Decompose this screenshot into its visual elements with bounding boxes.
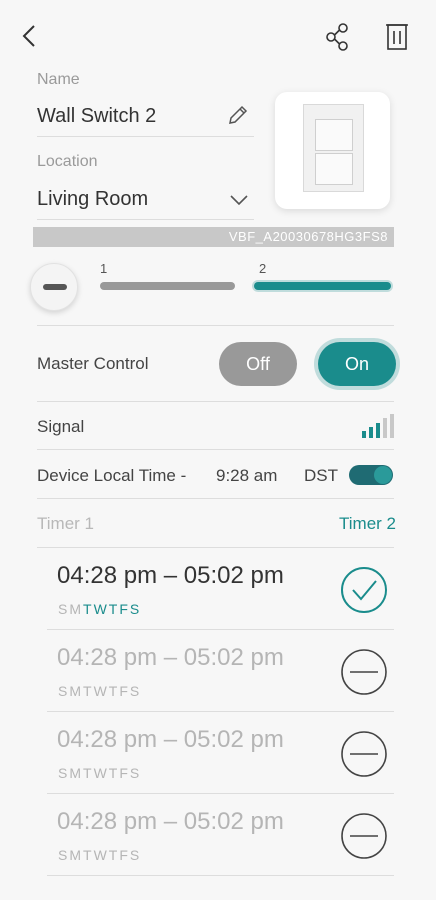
timer-row[interactable]: 04:28 pm – 05:02 pm SMTWTFS (47, 794, 394, 876)
location-label: Location (37, 153, 98, 170)
day-sat: S (129, 847, 142, 863)
day-wed: W (93, 765, 109, 781)
day-fri: F (119, 847, 130, 863)
day-sun: S (58, 765, 70, 781)
share-icon[interactable] (322, 22, 352, 52)
day-sun: S (58, 601, 70, 617)
location-underline (37, 219, 254, 220)
day-fri: F (119, 683, 130, 699)
dst-label: DST (304, 466, 338, 485)
minus-circle-icon[interactable] (340, 648, 388, 696)
timer-row[interactable]: 04:28 pm – 05:02 pm SMTWTFS (47, 712, 394, 794)
gang-2-bar[interactable] (254, 282, 391, 290)
day-thu: T (108, 601, 120, 617)
signal-bars-icon (362, 414, 394, 438)
tab-timer-1[interactable]: Timer 1 (37, 514, 94, 534)
timer-row[interactable]: 04:28 pm – 05:02 pm SMTWTFS (47, 548, 394, 630)
day-sun: S (58, 847, 70, 863)
off-button[interactable]: Off (219, 342, 297, 386)
timer-time-range: 04:28 pm – 05:02 pm (57, 644, 284, 671)
timer-days: SMTWTFS (58, 683, 141, 699)
timer-days: SMTWTFS (58, 847, 141, 863)
serial-number: VBF_A20030678HG3FS8 (33, 227, 394, 247)
day-wed: W (93, 601, 109, 617)
divider (37, 449, 394, 450)
timer-days: SMTWTFS (58, 765, 141, 781)
day-sat: S (129, 683, 142, 699)
minus-circle-icon[interactable] (340, 812, 388, 860)
on-button[interactable]: On (318, 342, 396, 386)
check-circle-icon[interactable] (340, 566, 388, 614)
day-wed: W (93, 847, 109, 863)
name-label: Name (37, 71, 80, 88)
top-bar (0, 0, 436, 72)
day-sat: S (129, 601, 142, 617)
switch-key-bottom (315, 153, 353, 185)
day-tue: T (83, 765, 94, 781)
day-mon: M (69, 847, 84, 863)
day-tue: T (83, 847, 94, 863)
switch-plate (303, 104, 364, 192)
minus-circle-icon[interactable] (340, 730, 388, 778)
divider (37, 401, 394, 402)
minus-icon (43, 284, 67, 290)
day-tue: T (83, 683, 94, 699)
toggle-knob (374, 466, 392, 484)
trash-icon[interactable] (382, 20, 412, 52)
wall-switch-image[interactable] (275, 92, 390, 209)
day-thu: T (108, 847, 120, 863)
local-time-label: Device Local Time - (37, 466, 187, 485)
day-fri: F (119, 601, 130, 617)
day-mon: M (69, 683, 84, 699)
timer-row[interactable]: 04:28 pm – 05:02 pm SMTWTFS (47, 630, 394, 712)
chevron-down-icon[interactable] (228, 190, 250, 210)
day-mon: M (69, 601, 84, 617)
divider (47, 875, 394, 876)
gang-1-label: 1 (100, 261, 108, 276)
day-thu: T (108, 765, 120, 781)
divider (37, 325, 394, 326)
divider (37, 498, 394, 499)
timer-days: SMTWTFS (58, 601, 141, 617)
gang-toggle-button[interactable] (30, 263, 78, 311)
day-tue: T (83, 601, 94, 617)
day-wed: W (93, 683, 109, 699)
switch-key-top (315, 119, 353, 151)
location-select[interactable]: Living Room (37, 188, 148, 211)
tab-timer-2[interactable]: Timer 2 (339, 514, 396, 534)
timer-time-range: 04:28 pm – 05:02 pm (57, 726, 284, 753)
gang-2-label: 2 (259, 261, 267, 276)
day-mon: M (69, 765, 84, 781)
dst-toggle[interactable] (349, 465, 393, 485)
name-underline (37, 136, 254, 137)
day-fri: F (119, 765, 130, 781)
timer-time-range: 04:28 pm – 05:02 pm (57, 808, 284, 835)
day-sun: S (58, 683, 70, 699)
day-thu: T (108, 683, 120, 699)
name-input[interactable]: Wall Switch 2 (37, 105, 156, 128)
signal-label: Signal (37, 417, 85, 436)
master-control-label: Master Control (37, 354, 149, 373)
timer-time-range: 04:28 pm – 05:02 pm (57, 562, 284, 589)
chevron-left-icon[interactable] (14, 20, 44, 52)
gang-1-bar[interactable] (100, 282, 235, 290)
day-sat: S (129, 765, 142, 781)
local-time-value: 9:28 am (216, 466, 278, 485)
pencil-icon[interactable] (226, 103, 250, 127)
